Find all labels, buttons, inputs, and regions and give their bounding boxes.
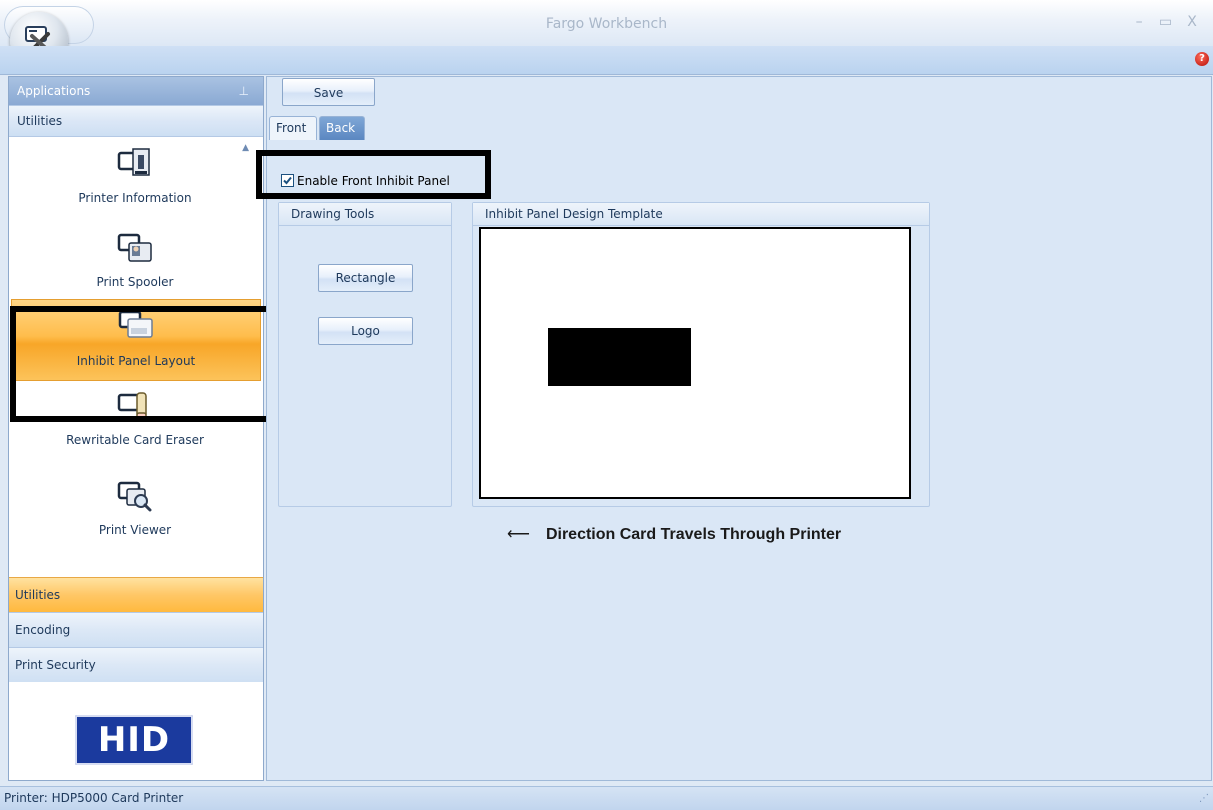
front-tab-panel: Enable Front Inhibit Panel Drawing Tools…	[267, 140, 1211, 780]
rectangle-button[interactable]: Rectangle	[318, 264, 413, 292]
pin-icon[interactable]: ⊥	[239, 77, 249, 105]
sidebar-item-label: Rewritable Card Eraser	[66, 433, 204, 447]
title-bar: Fargo Workbench – ▭ X	[0, 0, 1213, 70]
print-spooler-icon	[117, 233, 152, 262]
sidebar-header-label: Applications	[17, 84, 91, 98]
checkbox-checked-icon[interactable]	[281, 174, 294, 187]
category-encoding[interactable]: Encoding	[9, 612, 263, 647]
sidebar-item-label: Print Spooler	[96, 275, 174, 289]
category-utilities[interactable]: Utilities	[9, 577, 263, 612]
logo-button[interactable]: Logo	[318, 317, 413, 345]
tab-strip: Front Back	[267, 114, 1211, 141]
ribbon-bar: ?	[0, 46, 1213, 75]
rewritable-card-eraser-icon	[117, 392, 147, 422]
printer-information-icon	[117, 148, 150, 176]
tab-back[interactable]: Back	[319, 116, 365, 140]
inhibit-rectangle[interactable]	[548, 328, 691, 386]
tab-front[interactable]: Front	[269, 116, 317, 141]
sidebar-item-rewritable-card-eraser[interactable]: Rewritable Card Eraser	[11, 383, 259, 469]
save-button[interactable]: Save	[282, 78, 375, 106]
drawing-tools-group: Drawing Tools Rectangle Logo	[278, 202, 452, 507]
drawing-tools-title: Drawing Tools	[279, 203, 451, 226]
sidebar-item-label: Print Viewer	[98, 523, 172, 537]
design-template-canvas[interactable]	[479, 227, 911, 499]
sidebar-item-list: ▲ Printer Information Print Spooler Inhi…	[9, 137, 263, 577]
left-arrow-icon: ⟵	[507, 526, 530, 543]
direction-text: Direction Card Travels Through Printer	[545, 526, 842, 543]
sidebar-item-printer-information[interactable]: Printer Information	[11, 139, 259, 225]
hid-logo: HID	[75, 715, 193, 765]
design-template-title: Inhibit Panel Design Template	[473, 203, 929, 226]
resize-grip-icon[interactable]: ⋰	[1199, 787, 1209, 810]
sidebar-item-print-spooler[interactable]: Print Spooler	[11, 223, 259, 309]
sidebar-item-print-viewer[interactable]: Print Viewer	[11, 471, 259, 557]
category-print-security[interactable]: Print Security	[9, 647, 263, 682]
status-bar: Printer: HDP5000 Card Printer ⋰	[0, 786, 1213, 810]
sidebar-header: Applications ⊥	[9, 77, 263, 105]
inhibit-panel-layout-icon	[118, 310, 153, 338]
enable-front-inhibit-panel-label: Enable Front Inhibit Panel	[297, 174, 450, 188]
sidebar-group-utilities[interactable]: Utilities	[9, 105, 263, 137]
sidebar-item-label: Inhibit Panel Layout	[76, 354, 196, 368]
help-icon[interactable]: ?	[1195, 52, 1209, 66]
inhibit-panel-design-template-group: Inhibit Panel Design Template	[472, 202, 930, 507]
main-panel: Save Front Back Enable Front Inhibit Pan…	[266, 76, 1212, 781]
sidebar-item-inhibit-panel-layout[interactable]: Inhibit Panel Layout	[11, 299, 261, 381]
minimize-button[interactable]: –	[1128, 14, 1150, 30]
printer-status-text: Printer: HDP5000 Card Printer	[4, 791, 184, 805]
card-direction-label: ⟵ Direction Card Travels Through Printer	[507, 524, 841, 544]
enable-front-inhibit-panel-checkbox[interactable]: Enable Front Inhibit Panel	[281, 174, 450, 188]
window-title: Fargo Workbench	[545, 16, 668, 32]
applications-sidebar: Applications ⊥ Utilities ▲ Printer Infor…	[8, 76, 264, 781]
sidebar-item-label: Printer Information	[78, 191, 192, 205]
close-button[interactable]: X	[1181, 14, 1203, 30]
print-viewer-icon	[117, 481, 152, 512]
maximize-button[interactable]: ▭	[1155, 14, 1177, 30]
